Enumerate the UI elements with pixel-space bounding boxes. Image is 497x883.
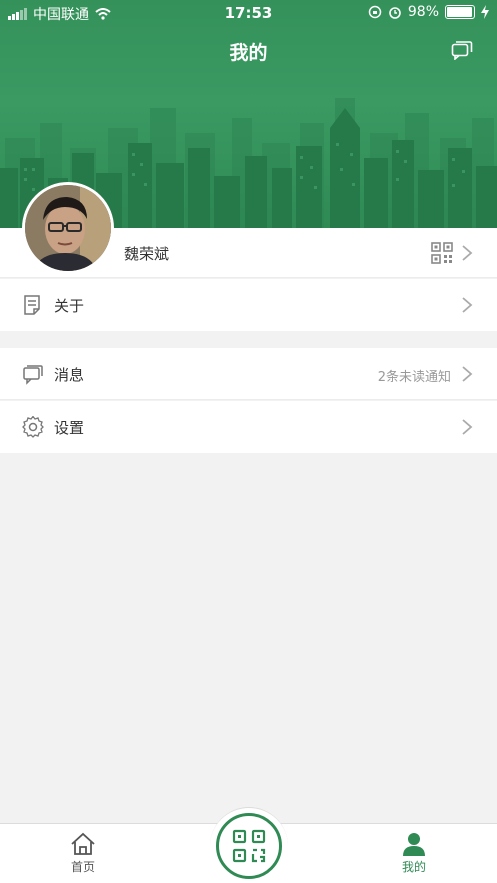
page-title: 我的: [229, 42, 268, 64]
menu-item-about[interactable]: 关于: [0, 279, 497, 331]
tab-label-mine: 我的: [401, 860, 426, 874]
chevron-right-icon: [462, 245, 473, 261]
chat-icon: [23, 365, 43, 385]
divider: [0, 399, 497, 400]
unread-count-text: 2条未读通知: [377, 370, 451, 385]
chevron-right-icon: [462, 297, 473, 313]
scan-qr-icon: [232, 829, 266, 863]
battery-icon: [445, 5, 475, 19]
document-icon: [24, 295, 40, 315]
chevron-right-icon: [462, 419, 473, 435]
chevron-right-icon: [462, 366, 473, 382]
message-icon[interactable]: [451, 40, 473, 60]
username: 魏荣斌: [124, 245, 170, 263]
rotation-lock-icon: [368, 5, 382, 19]
alarm-icon: [389, 7, 401, 19]
menu-label-settings: 设置: [54, 419, 85, 437]
gear-icon: [22, 416, 44, 438]
avatar[interactable]: [22, 182, 114, 274]
tab-mine[interactable]: 我的: [374, 832, 454, 875]
battery-percent: 98%: [407, 4, 439, 20]
tab-label-home: 首页: [70, 860, 95, 874]
menu-label-messages: 消息: [54, 366, 85, 384]
status-bar: 中国联通 17:53 98%: [0, 0, 497, 26]
scan-button[interactable]: [216, 813, 282, 879]
menu-label-about: 关于: [54, 297, 85, 315]
menu-item-messages[interactable]: 消息 2条未读通知: [0, 348, 497, 400]
charging-icon: [481, 5, 489, 19]
tab-home[interactable]: 首页: [43, 832, 123, 875]
menu-item-settings[interactable]: 设置: [0, 401, 497, 453]
qr-code-icon[interactable]: [431, 242, 453, 264]
person-icon: [403, 833, 425, 856]
home-icon: [71, 832, 95, 855]
